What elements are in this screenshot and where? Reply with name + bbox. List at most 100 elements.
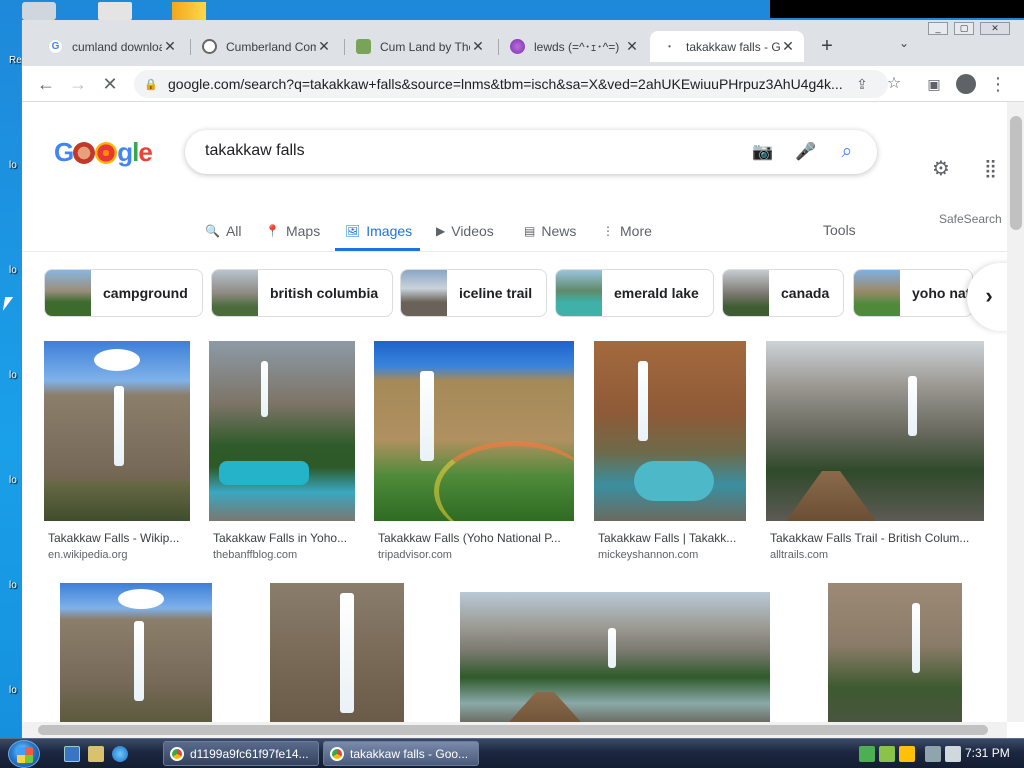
chip-campground[interactable]: campground xyxy=(44,269,203,317)
tray-app-icon[interactable] xyxy=(899,746,915,762)
nav-videos[interactable]: ▶ Videos xyxy=(436,220,494,242)
microphone-icon[interactable]: 🎤 xyxy=(794,140,818,164)
image-result-wikipedia[interactable]: Takakkaw Falls - Wikip... en.wikipedia.o… xyxy=(44,341,190,566)
desktop-icon-label-5[interactable]: lo xyxy=(9,580,17,591)
taskbar-task-1[interactable]: d1199a9fc61f97fe14... xyxy=(163,741,319,766)
desktop-icon-label-1[interactable]: lo xyxy=(9,160,17,171)
result-image[interactable] xyxy=(60,583,212,722)
chip-yoho-national[interactable]: yoho nat xyxy=(853,269,973,317)
recycle-bin-icon[interactable] xyxy=(22,2,56,20)
tab-cumland-download[interactable]: G cumland download ✕ xyxy=(36,31,186,62)
search-query[interactable]: takakkaw falls xyxy=(205,142,305,160)
lock-icon[interactable]: 🔒 xyxy=(144,78,158,91)
bookmark-star-icon[interactable]: ☆ xyxy=(880,70,908,98)
close-tab-icon[interactable]: ✕ xyxy=(780,38,796,55)
maximize-button[interactable]: ▢ xyxy=(954,22,974,35)
result-image[interactable] xyxy=(44,341,190,521)
close-tab-icon[interactable]: ✕ xyxy=(316,38,332,55)
camera-lens-icon[interactable]: 📷 xyxy=(751,140,775,164)
forward-arrow-icon[interactable]: → xyxy=(64,70,92,98)
vertical-scrollbar[interactable] xyxy=(1007,102,1024,722)
taskbar-task-2[interactable]: takakkaw falls - Goo... xyxy=(323,741,479,766)
internet-explorer-icon[interactable] xyxy=(112,746,128,762)
image-result-row2-4[interactable] xyxy=(828,583,962,722)
chip-iceline-trail[interactable]: iceline trail xyxy=(400,269,548,317)
close-tab-icon[interactable]: ✕ xyxy=(624,38,640,55)
tab-lewds[interactable]: lewds (=^･ｪ･^=) ✕ xyxy=(498,31,648,62)
desktop-icon-label-re[interactable]: Re xyxy=(9,55,22,66)
tab-cumberland[interactable]: Cumberland Com ✕ xyxy=(190,31,340,62)
back-arrow-icon[interactable]: ← xyxy=(32,70,60,98)
result-image[interactable] xyxy=(270,583,404,722)
image-result-row2-3[interactable] xyxy=(460,592,770,722)
tools-button[interactable]: Tools xyxy=(823,222,856,238)
chip-canada[interactable]: canada xyxy=(722,269,845,317)
result-image[interactable] xyxy=(594,341,746,521)
browser-window: G cumland download ✕ Cumberland Com ✕ Cu… xyxy=(21,20,1024,738)
profile-avatar-icon[interactable] xyxy=(952,70,980,98)
image-result-banffblog[interactable]: Takakkaw Falls in Yoho... thebanffblog.c… xyxy=(209,341,355,566)
scrollbar-thumb[interactable] xyxy=(1010,116,1022,230)
tab-cum-land[interactable]: Cum Land by The ✕ xyxy=(344,31,494,62)
settings-gear-icon[interactable]: ⚙ xyxy=(932,156,950,181)
nav-all[interactable]: 🔍 All xyxy=(205,220,242,242)
nav-images[interactable]: 🖼 Images xyxy=(345,220,412,242)
nav-more[interactable]: ⋮ More xyxy=(602,220,652,242)
image-result-tripadvisor[interactable]: Takakkaw Falls (Yoho National P... tripa… xyxy=(374,341,574,566)
network-icon[interactable] xyxy=(925,746,941,762)
result-caption[interactable]: Takakkaw Falls (Yoho National P... xyxy=(378,531,574,545)
google-apps-icon[interactable]: ⣿ xyxy=(984,158,997,179)
desktop-icon-label-6[interactable]: lo xyxy=(9,685,17,696)
stop-loading-icon[interactable]: ✕ xyxy=(96,70,124,98)
system-clock[interactable]: 7:31 PM xyxy=(965,746,1010,760)
result-image[interactable] xyxy=(374,341,574,521)
safesearch-button[interactable]: SafeSearch xyxy=(939,212,1002,226)
url-text[interactable]: google.com/search?q=takakkaw+falls&sourc… xyxy=(168,76,848,92)
result-image[interactable] xyxy=(828,583,962,722)
show-desktop-icon[interactable] xyxy=(64,746,80,762)
image-result-alltrails[interactable]: Takakkaw Falls Trail - British Colum... … xyxy=(766,341,984,566)
result-caption[interactable]: Takakkaw Falls Trail - British Colum... xyxy=(770,531,982,545)
result-image[interactable] xyxy=(460,592,770,722)
result-image[interactable] xyxy=(766,341,984,521)
desktop-icon-label-3[interactable]: lo xyxy=(9,370,17,381)
explorer-icon[interactable] xyxy=(88,746,104,762)
new-tab-button[interactable]: + xyxy=(814,34,840,60)
chip-british-columbia[interactable]: british columbia xyxy=(211,269,394,317)
address-bar[interactable]: 🔒 google.com/search?q=takakkaw+falls&sou… xyxy=(134,70,888,98)
result-caption[interactable]: Takakkaw Falls | Takakk... xyxy=(598,531,744,545)
start-button[interactable] xyxy=(8,740,40,768)
side-panel-icon[interactable]: ▣ xyxy=(920,70,948,98)
minimize-button[interactable]: _ xyxy=(928,22,948,35)
result-caption[interactable]: Takakkaw Falls - Wikip... xyxy=(48,531,188,545)
chip-thumbnail xyxy=(723,270,769,316)
image-result-row2-1[interactable] xyxy=(60,583,212,722)
share-icon[interactable]: ⇪ xyxy=(848,70,876,98)
tab-takakkaw-falls[interactable]: • takakkaw falls - Google ✕ xyxy=(650,31,804,62)
nav-news[interactable]: ▤ News xyxy=(524,220,576,242)
result-caption[interactable]: Takakkaw Falls in Yoho... xyxy=(213,531,353,545)
desktop-folder-icon[interactable] xyxy=(172,2,206,20)
tray-app-icon[interactable] xyxy=(859,746,875,762)
nav-maps[interactable]: 📍 Maps xyxy=(265,220,320,242)
tab-search-icon[interactable]: ⌄ xyxy=(892,36,916,58)
image-result-row2-2[interactable] xyxy=(270,583,404,722)
tray-app-icon[interactable] xyxy=(879,746,895,762)
scrollbar-thumb[interactable] xyxy=(38,725,988,735)
chip-emerald-lake[interactable]: emerald lake xyxy=(555,269,714,317)
search-box[interactable]: takakkaw falls 📷 🎤 ⌕ xyxy=(185,130,877,174)
rainbow-shape xyxy=(434,441,574,521)
desktop-icon-label-2[interactable]: lo xyxy=(9,265,17,276)
close-tab-icon[interactable]: ✕ xyxy=(162,38,178,55)
close-window-button[interactable]: ✕ xyxy=(980,22,1010,35)
result-image[interactable] xyxy=(209,341,355,521)
desktop-file-icon[interactable] xyxy=(98,2,132,20)
volume-muted-icon[interactable] xyxy=(945,746,961,762)
horizontal-scrollbar[interactable] xyxy=(22,722,1007,738)
search-icon[interactable]: ⌕ xyxy=(835,140,859,164)
close-tab-icon[interactable]: ✕ xyxy=(470,38,486,55)
chrome-menu-icon[interactable]: ⋮ xyxy=(984,70,1012,98)
desktop-icon-label-4[interactable]: lo xyxy=(9,475,17,486)
google-doodle-logo[interactable]: Ggle xyxy=(54,137,153,168)
image-result-mickeyshannon[interactable]: Takakkaw Falls | Takakk... mickeyshannon… xyxy=(594,341,746,566)
